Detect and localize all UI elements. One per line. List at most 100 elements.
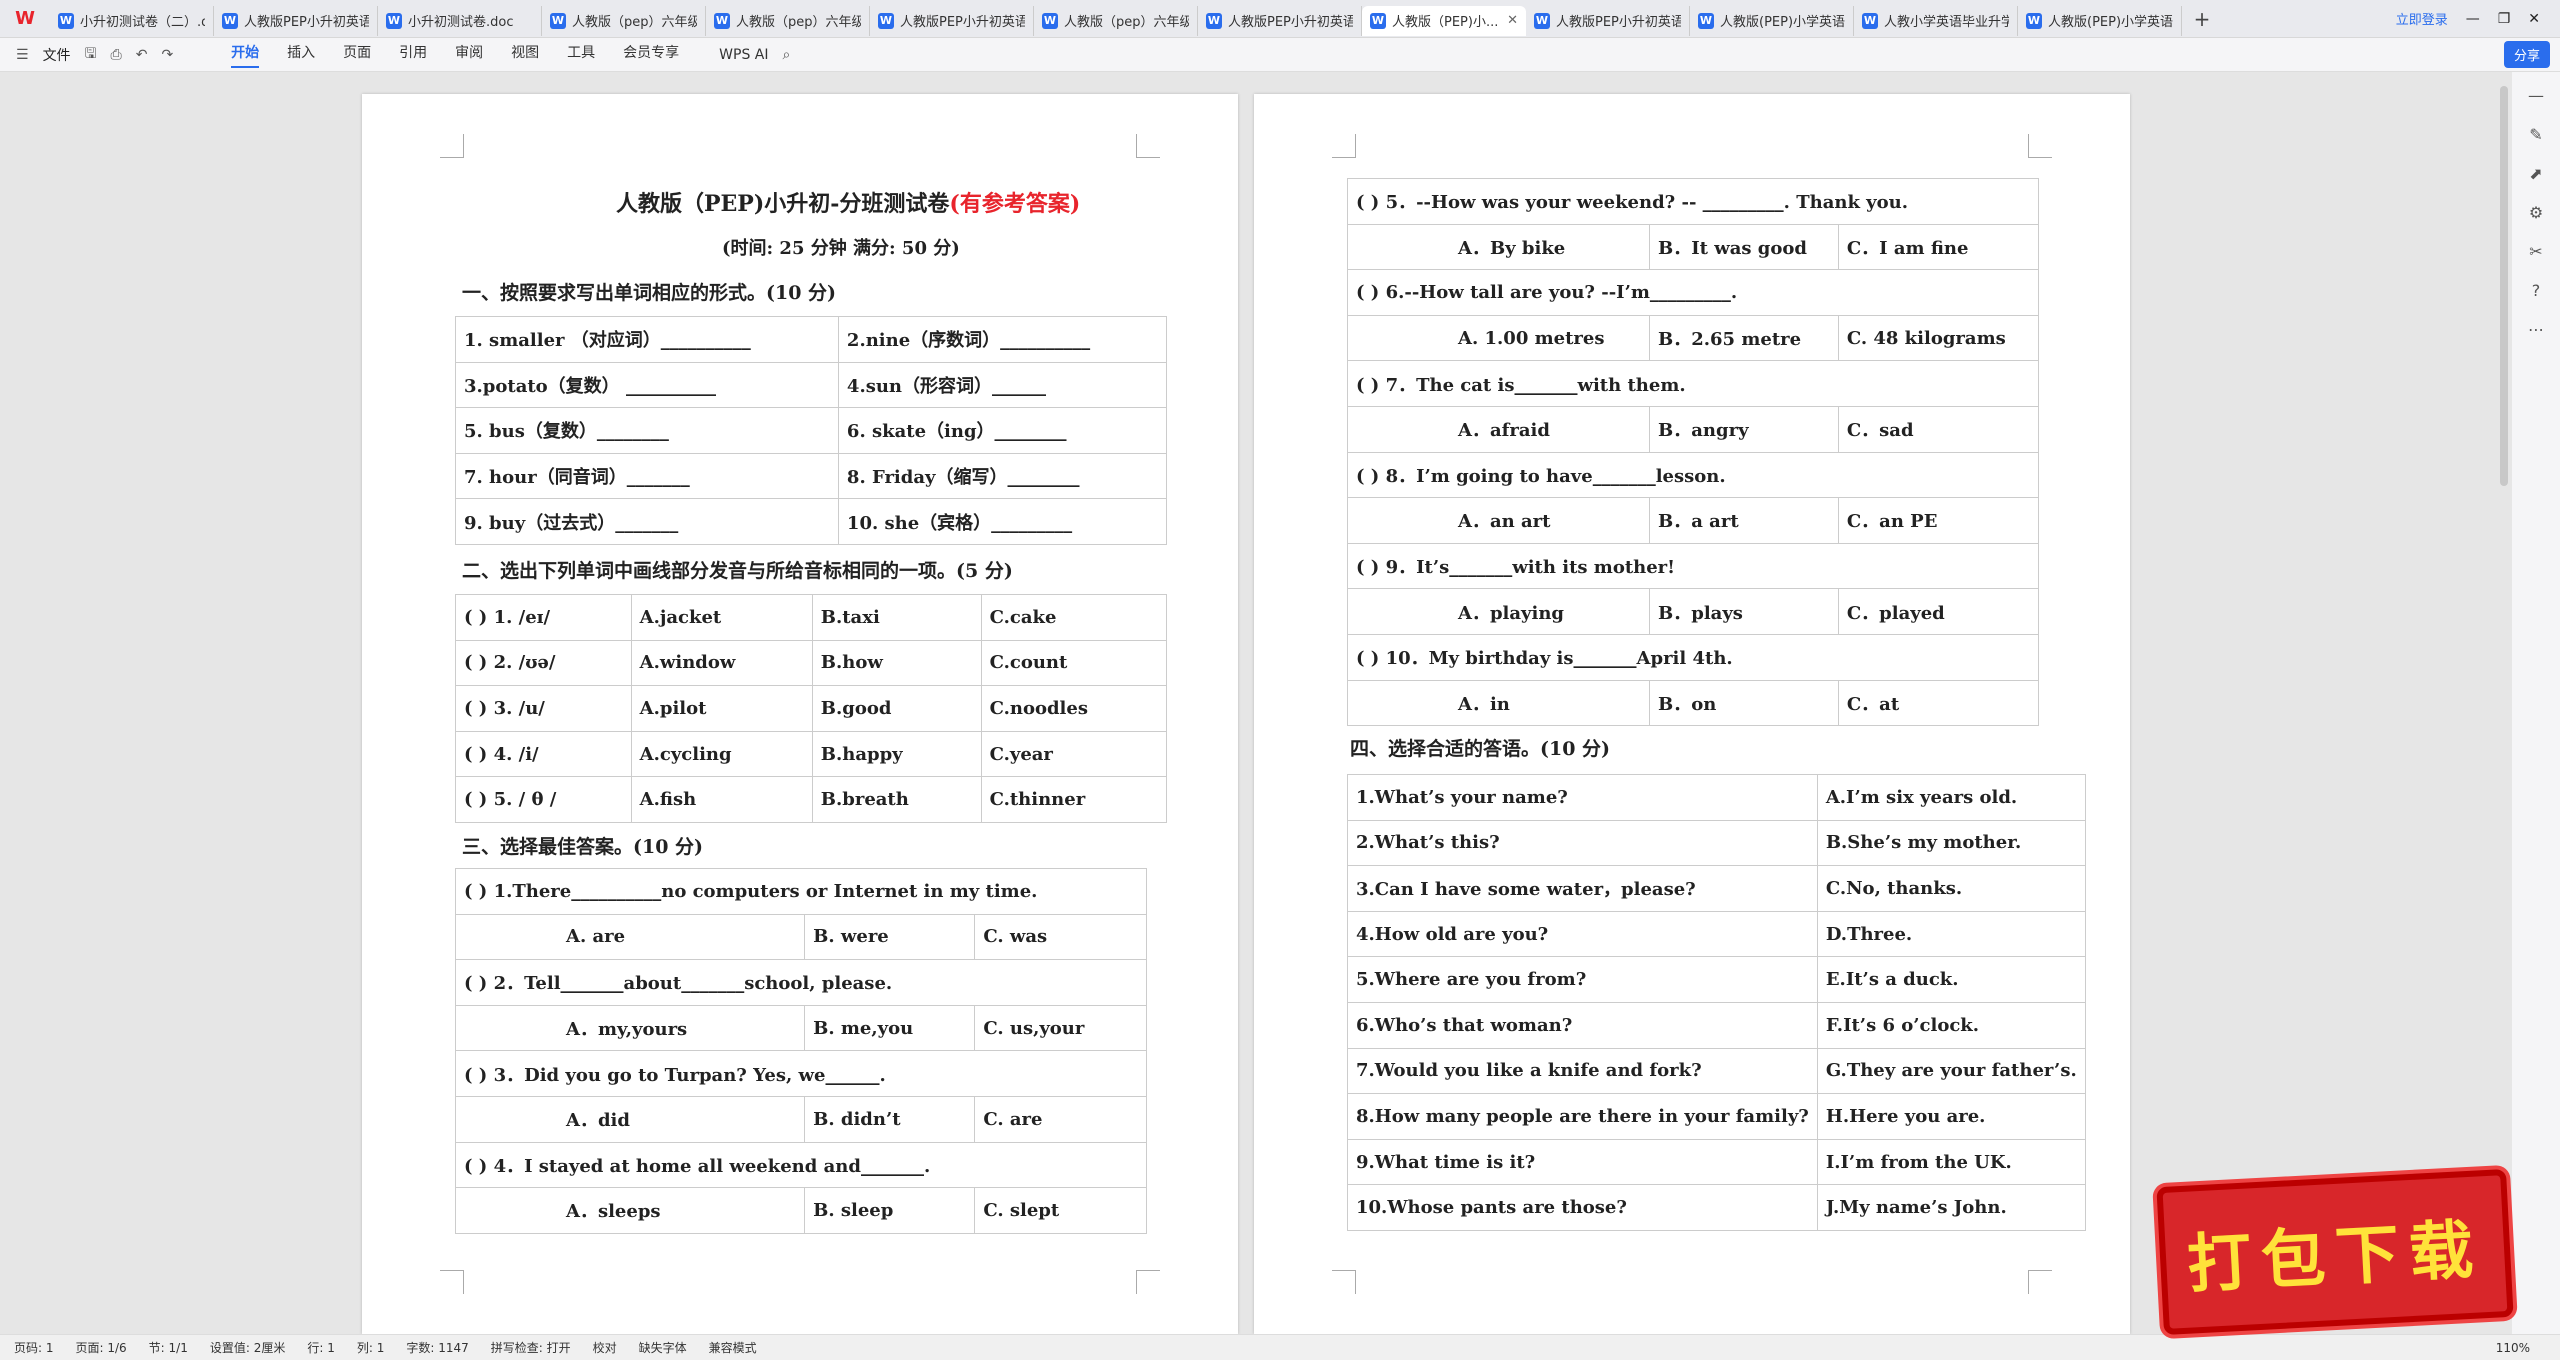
table-cell[interactable]: 10. she（宾格）_________ — [837, 498, 1168, 545]
document-tab[interactable]: W 小升初测试卷.doc — [378, 5, 542, 36]
table-cell[interactable]: ( ) 1. /eɪ/ — [455, 594, 632, 641]
close-icon[interactable]: ✕ — [2528, 11, 2540, 27]
question-cell[interactable]: ( ) 1.There__________no computers or Int… — [455, 868, 1147, 915]
table-cell[interactable]: B.happy — [811, 730, 982, 778]
table-cell[interactable]: C. was — [974, 913, 1147, 961]
undo-icon[interactable]: ↶ — [136, 47, 148, 63]
table-cell[interactable]: C. us,your — [974, 1004, 1147, 1052]
table-cell[interactable]: C．an PE — [1837, 497, 2040, 544]
table-cell[interactable]: A．By bike — [1346, 223, 1651, 271]
table-cell[interactable]: 4.How old are you? — [1347, 910, 1818, 958]
print-icon[interactable]: ⎙ — [111, 47, 122, 63]
table-cell[interactable]: 4.sun（形容词）______ — [837, 361, 1168, 409]
redo-icon[interactable]: ↷ — [161, 47, 173, 63]
table-cell[interactable]: A.cycling — [630, 730, 813, 778]
save-icon[interactable]: 🖫 — [85, 43, 97, 67]
document-tab[interactable]: W 小升初测试卷（二）.docx — [50, 5, 214, 36]
status-words[interactable]: 字数: 1147 — [406, 1339, 468, 1356]
table-cell[interactable]: G.They are your father’s. — [1816, 1047, 2086, 1095]
file-menu[interactable]: 文件 — [43, 45, 71, 65]
table-cell[interactable]: F.It’s 6 o’clock. — [1816, 1001, 2086, 1049]
collapse-icon[interactable]: — — [2528, 86, 2544, 105]
ribbon-menu-item[interactable]: 页面 — [343, 42, 371, 68]
download-promo-badge[interactable]: 打包下载 — [2156, 1168, 2514, 1336]
ribbon-menu-item[interactable]: 引用 — [399, 42, 427, 68]
table-cell[interactable]: A.jacket — [630, 594, 813, 641]
table-cell[interactable]: A.pilot — [630, 685, 813, 732]
question-cell[interactable]: ( ) 8．I’m going to have_______lesson. — [1347, 451, 2039, 499]
ribbon-menu-item[interactable]: 插入 — [287, 42, 315, 68]
table-cell[interactable]: B．a art — [1649, 497, 1839, 544]
table-cell[interactable]: 1.What’s your name? — [1347, 774, 1818, 821]
table-cell[interactable]: 6.Who’s that woman? — [1347, 1001, 1818, 1049]
table-cell[interactable]: ( ) 4. /i/ — [455, 730, 632, 778]
table-cell[interactable]: B.breath — [811, 776, 982, 823]
document-tab[interactable]: W 人教版PEP小升初英语... — [1198, 5, 1362, 36]
table-cell[interactable]: A. are — [454, 913, 806, 961]
table-cell[interactable]: C.noodles — [980, 685, 1168, 732]
ribbon-menu-item[interactable]: 工具 — [567, 42, 595, 68]
settings-icon[interactable]: ⚙ — [2529, 203, 2543, 222]
question-cell[interactable]: ( ) 2．Tell_______about_______school, ple… — [455, 959, 1147, 1006]
table-cell[interactable]: B．angry — [1649, 405, 1839, 453]
question-cell[interactable]: ( ) 10．My birthday is_______April 4th. — [1347, 633, 2039, 681]
ribbon-menu-item[interactable]: 视图 — [511, 42, 539, 68]
wps-logo[interactable]: W — [0, 0, 50, 38]
table-cell[interactable]: B.how — [811, 639, 982, 687]
document-tab[interactable]: W 人教版PEP小升初英语... — [214, 5, 378, 36]
document-page-2[interactable]: ( ) 5．--How was your weekend? -- _______… — [1254, 94, 2130, 1334]
minimize-icon[interactable]: — — [2466, 11, 2480, 27]
table-cell[interactable]: B.good — [811, 685, 982, 732]
table-cell[interactable]: I.I’m from the UK. — [1816, 1138, 2086, 1186]
table-cell[interactable]: C. are — [974, 1095, 1147, 1143]
document-tab[interactable]: W 人教版(PEP)小学英语... — [2018, 5, 2182, 36]
table-cell[interactable]: 9.What time is it? — [1347, 1138, 1818, 1186]
table-cell[interactable]: A．an art — [1346, 497, 1651, 544]
table-cell[interactable]: 8. Friday（缩写）________ — [837, 452, 1168, 500]
table-cell[interactable]: 6. skate（ing）________ — [837, 407, 1168, 454]
table-cell[interactable]: C．played — [1837, 588, 2040, 635]
table-cell[interactable]: C. slept — [974, 1187, 1147, 1234]
table-cell[interactable]: ( ) 2. /ʊə/ — [455, 639, 632, 687]
document-tab[interactable]: W 人教小学英语毕业升学... — [1854, 5, 2018, 36]
table-cell[interactable]: 9. buy（过去式）_______ — [455, 498, 839, 545]
zoom-level[interactable]: 110% — [2496, 1341, 2560, 1355]
tools-icon[interactable]: ✂ — [2529, 242, 2542, 261]
table-cell[interactable]: B. me,you — [804, 1004, 976, 1052]
table-cell[interactable]: B. didn’t — [804, 1095, 976, 1143]
more-icon[interactable]: ⋯ — [2528, 320, 2544, 339]
question-cell[interactable]: ( ) 5．--How was your weekend? -- _______… — [1347, 178, 2039, 225]
question-cell[interactable]: ( ) 7．The cat is_______with them. — [1347, 360, 2039, 407]
question-cell[interactable]: ( ) 3．Did you go to Turpan? Yes, we_____… — [455, 1050, 1147, 1097]
document-tab[interactable]: W 人教版（pep）六年级... — [542, 5, 706, 36]
table-cell[interactable]: A．did — [454, 1095, 806, 1143]
table-cell[interactable]: 2.nine（序数词）__________ — [837, 316, 1168, 363]
table-cell[interactable]: C．I am fine — [1837, 223, 2040, 271]
table-cell[interactable]: 5.Where are you from? — [1347, 956, 1818, 1003]
table-cell[interactable]: B. were — [804, 913, 976, 961]
ribbon-menu-item[interactable]: 开始 — [231, 42, 260, 68]
table-cell[interactable]: A.window — [630, 639, 813, 687]
question-cell[interactable]: ( ) 9．It’s_______with its mother! — [1347, 542, 2039, 590]
table-cell[interactable]: H.Here you are. — [1816, 1093, 2086, 1140]
table-cell[interactable]: J.My name’s John. — [1816, 1184, 2086, 1231]
table-cell[interactable]: A．playing — [1346, 588, 1651, 635]
table-cell[interactable]: C.No, thanks. — [1816, 865, 2086, 912]
select-icon[interactable]: ⬈ — [2529, 164, 2542, 183]
maximize-icon[interactable]: ❐ — [2498, 11, 2511, 27]
table-cell[interactable]: A.fish — [630, 776, 813, 823]
table-cell[interactable]: 8.How many people are there in your fami… — [1347, 1093, 1818, 1140]
table-cell[interactable]: ( ) 5. / θ / — [455, 776, 632, 823]
document-page-1[interactable]: 人教版（PEP)小升初-分班测试卷(有参考答案) (时间: 25 分钟 满分: … — [362, 94, 1238, 1334]
document-tab[interactable]: W 人教版（PEP)小... ✕ — [1362, 5, 1526, 36]
table-cell[interactable]: C.year — [980, 730, 1168, 778]
table-cell[interactable]: B.taxi — [811, 594, 982, 641]
document-tab[interactable]: W 人教版（pep）六年级... — [1034, 5, 1198, 36]
table-cell[interactable]: D.Three. — [1816, 910, 2086, 958]
share-button[interactable]: 分享 — [2503, 41, 2550, 68]
table-cell[interactable]: 3.potato（复数） __________ — [455, 361, 839, 409]
table-cell[interactable]: 3.Can I have some water，please? — [1347, 865, 1818, 912]
help-icon[interactable]: ? — [2532, 281, 2541, 300]
table-cell[interactable]: C.count — [980, 639, 1168, 687]
table-cell[interactable]: 7. hour（同音词）_______ — [455, 452, 839, 500]
